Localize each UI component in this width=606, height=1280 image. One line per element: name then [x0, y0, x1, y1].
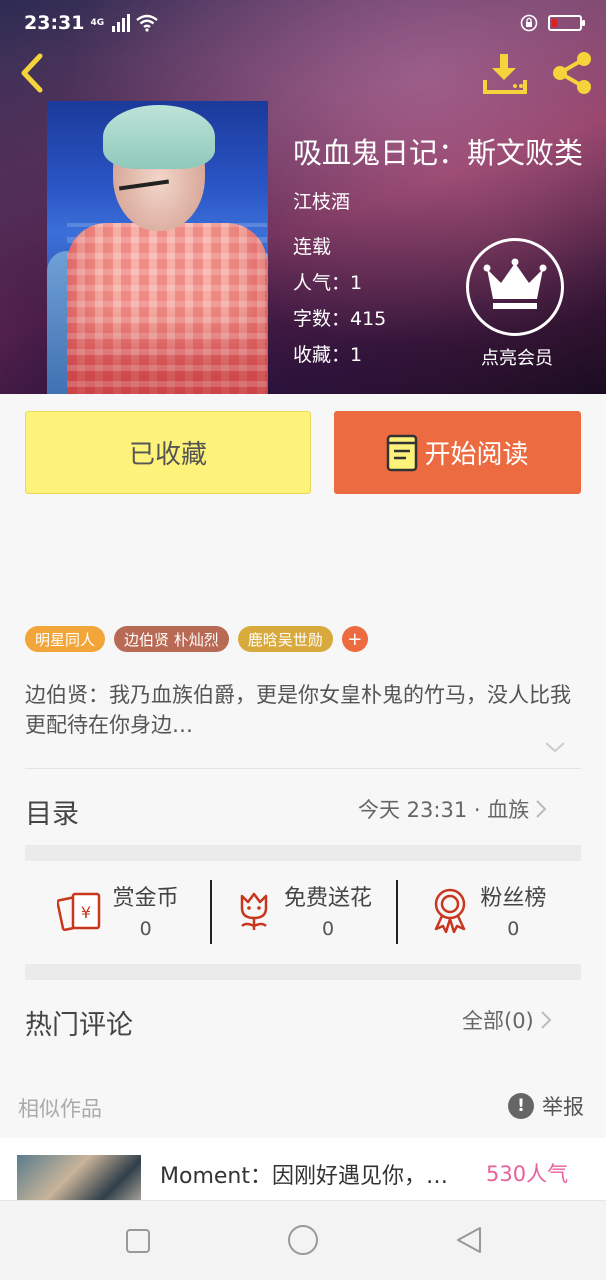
signal-icon [112, 14, 131, 32]
stat-value: 0 [321, 918, 335, 940]
report-button[interactable]: ! 举报 [508, 1091, 584, 1121]
similar-work-popularity: 530人气 [486, 1162, 569, 1186]
favorited-button[interactable]: 已收藏 [25, 411, 311, 494]
send-flower-button[interactable]: 免费送花 0 [210, 868, 395, 952]
home-button[interactable] [286, 1223, 320, 1257]
book-description: 边伯贤：我乃血族伯爵，更是你女皇朴鬼的竹马，没人比我更配待在你身边… [25, 683, 571, 737]
svg-text:¥: ¥ [81, 903, 91, 922]
fan-ranking-button[interactable]: 粉丝榜 0 [395, 868, 581, 952]
book-status: 连载 [293, 236, 332, 258]
reward-coins-button[interactable]: ¥ 赏金币 0 [25, 868, 210, 952]
similar-work-title: Moment：因刚好遇见你，… [160, 1164, 448, 1189]
book-author[interactable]: 江枝酒 [293, 187, 350, 214]
book-header: 23:31 4G 吸血鬼日记：斯文败类 江枝酒 连载 人气：1 字数：415 收… [0, 0, 606, 394]
divider [25, 768, 581, 769]
section-separator [25, 964, 581, 980]
medal-icon [435, 888, 466, 933]
stat-value: 0 [139, 918, 152, 940]
stat-name: 免费送花 [283, 886, 372, 911]
share-button[interactable] [548, 50, 596, 96]
vip-button[interactable] [466, 238, 564, 336]
book-popularity: 人气：1 [293, 272, 363, 294]
catalog-label: 目录 [25, 799, 79, 830]
book-icon [387, 434, 418, 471]
tag-item[interactable]: 明星同人 [25, 626, 106, 652]
favorited-label: 已收藏 [128, 440, 207, 470]
book-word-count: 字数：415 [293, 308, 387, 330]
back-button[interactable] [14, 52, 50, 94]
flower-icon [240, 892, 268, 930]
section-separator [25, 845, 581, 861]
tag-item[interactable]: 边伯贤 朴灿烈 [114, 626, 229, 652]
book-cover[interactable] [47, 101, 268, 394]
recent-apps-button[interactable] [124, 1227, 152, 1255]
start-reading-button[interactable]: 开始阅读 [334, 411, 581, 494]
book-title: 吸血鬼日记：斯文败类 [293, 136, 584, 170]
status-time: 23:31 [24, 12, 85, 34]
stat-name: 赏金币 [112, 886, 179, 911]
warning-icon: ! [508, 1093, 534, 1119]
red-envelope-icon: ¥ [56, 892, 100, 932]
catalog-latest-update: 今天 23:31 · 血族 [358, 798, 530, 822]
book-favorites: 收藏：1 [293, 344, 363, 366]
support-stats: ¥ 赏金币 0 免费送花 0 粉丝榜 0 [25, 868, 581, 952]
download-button[interactable] [482, 52, 528, 96]
vip-label[interactable]: 点亮会员 [472, 344, 562, 370]
network-type: 4G [90, 18, 105, 28]
chevron-right-icon [536, 800, 547, 818]
similar-work-item[interactable]: Moment：因刚好遇见你，… 530人气 [0, 1138, 606, 1200]
hot-comments-label: 热门评论 [25, 1010, 133, 1041]
chevron-right-icon [541, 1011, 552, 1029]
tag-item[interactable]: 鹿晗吴世勋 [237, 626, 333, 652]
chevron-down-icon[interactable] [544, 740, 566, 754]
add-tag-button[interactable]: + [341, 626, 368, 652]
start-reading-label: 开始阅读 [424, 440, 529, 470]
tag-list: 明星同人 边伯贤 朴灿烈 鹿晗吴世勋 + [25, 626, 368, 652]
similar-work-cover [17, 1155, 141, 1200]
all-comments-link[interactable]: 全部(0) [462, 1005, 534, 1035]
crown-icon [483, 258, 547, 309]
stat-name: 粉丝榜 [480, 886, 547, 911]
report-label: 举报 [542, 1095, 584, 1119]
similar-works-label: 相似作品 [18, 1097, 102, 1121]
status-bar: 23:31 4G [0, 0, 606, 46]
battery-icon [548, 15, 585, 31]
rotation-lock-icon [520, 14, 538, 32]
stat-value: 0 [507, 918, 520, 940]
back-nav-button[interactable] [454, 1225, 484, 1255]
wifi-icon [136, 14, 158, 32]
system-nav-bar [0, 1200, 606, 1280]
